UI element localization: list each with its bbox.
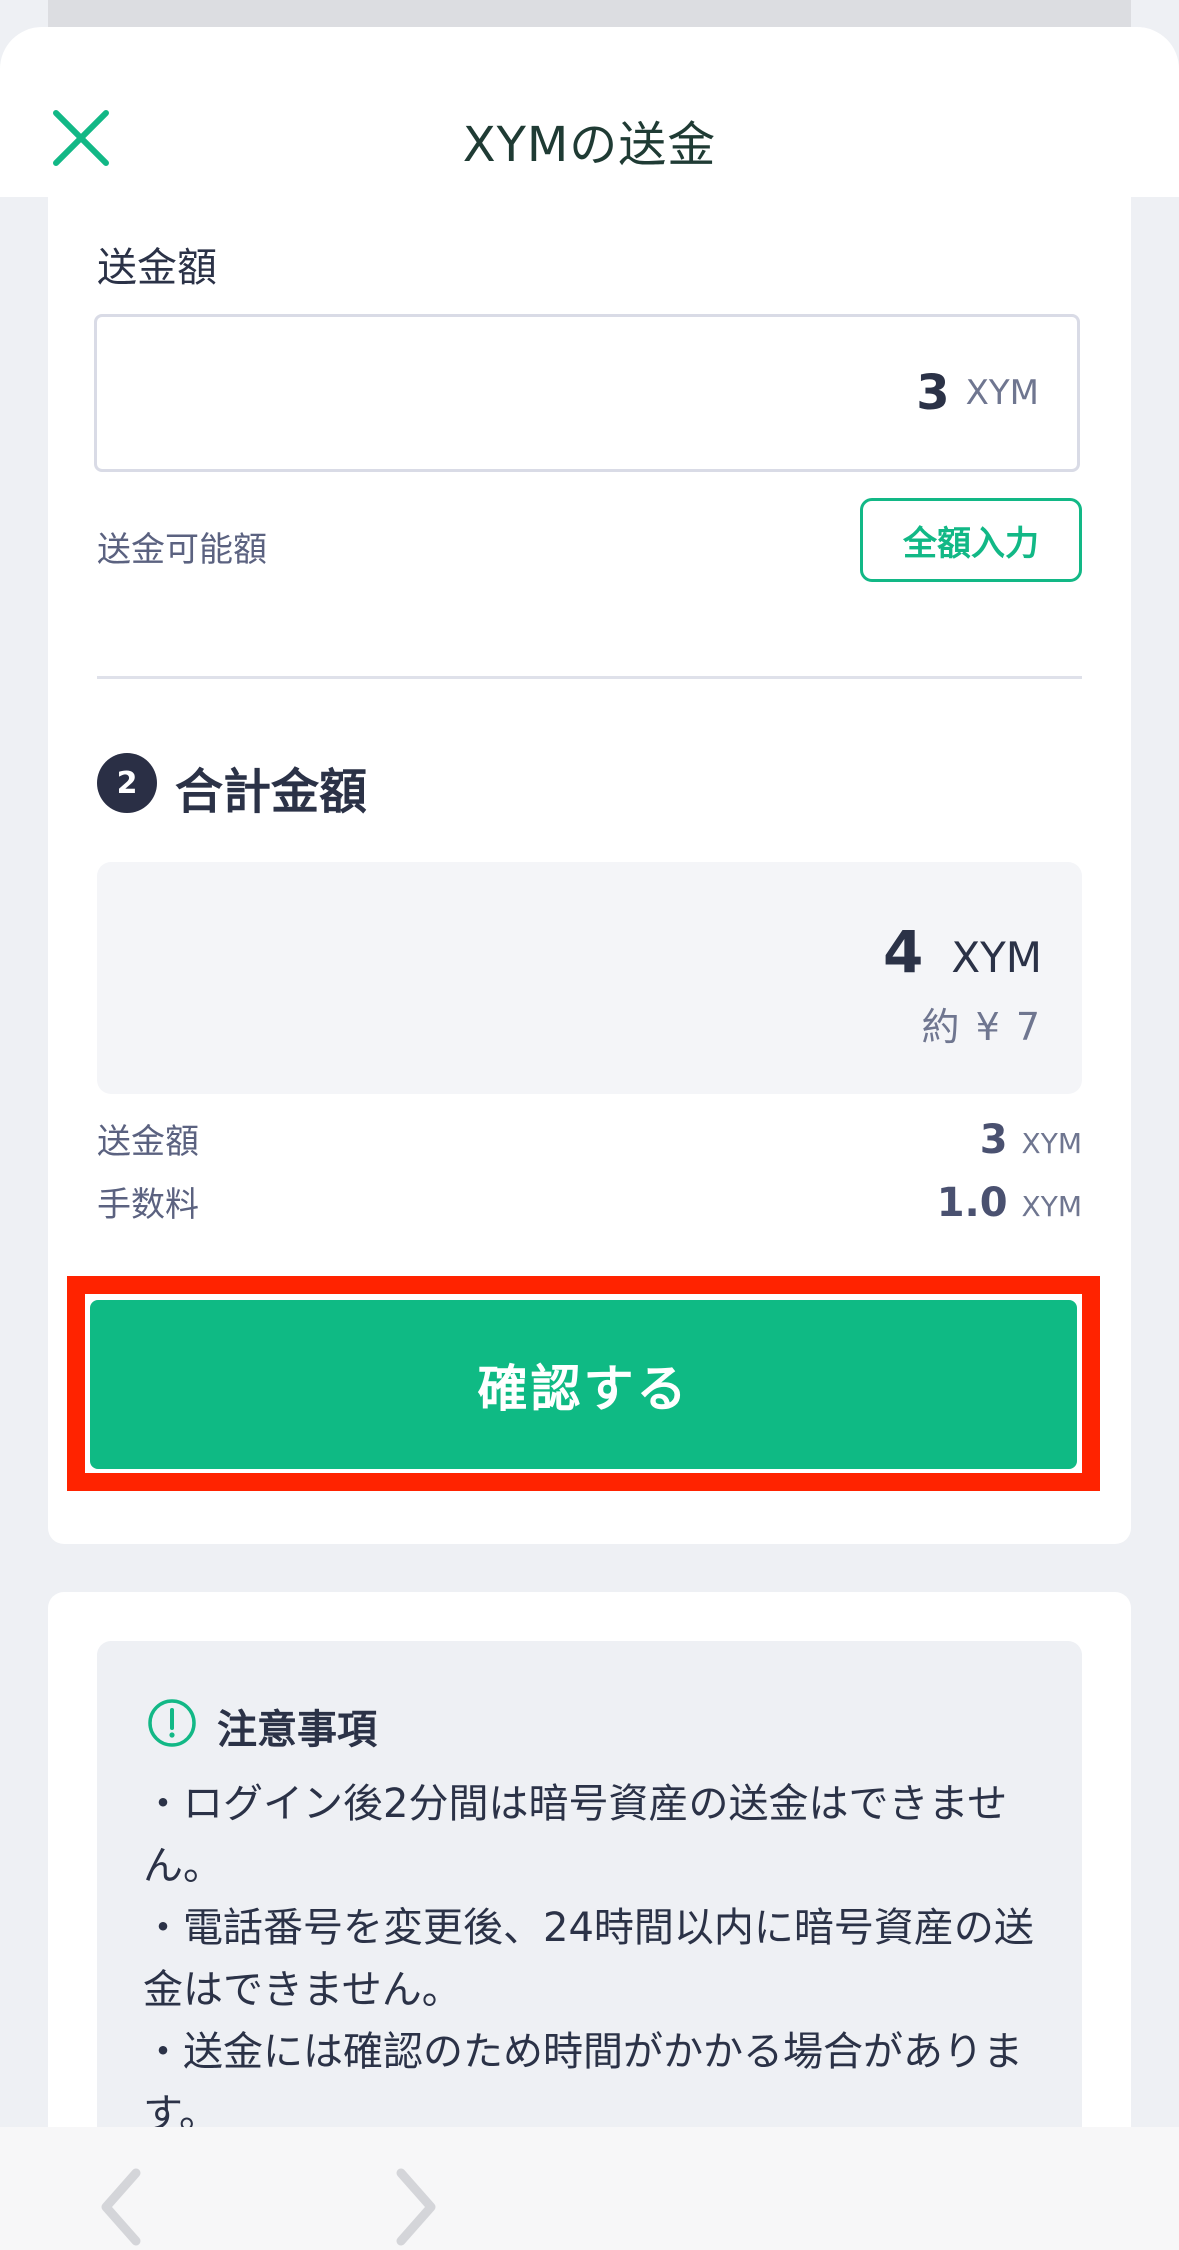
- total-jpy: 約 ¥ 7: [921, 1005, 1042, 1049]
- fill-all-button[interactable]: 全額入力: [860, 498, 1082, 582]
- total-unit: XYM: [951, 933, 1042, 982]
- amount-label: 送金額: [97, 245, 217, 291]
- total-section-title: 合計金額: [175, 764, 368, 820]
- confirm-button[interactable]: 確認する: [90, 1300, 1077, 1469]
- total-value: 4: [882, 918, 924, 986]
- breakdown-number: 3: [979, 1117, 1008, 1163]
- breakdown-row-fee: 手数料 1.0 XYM: [97, 1177, 1082, 1226]
- page-title: XYMの送金: [462, 117, 717, 173]
- breakdown-label: 送金額: [97, 1122, 199, 1162]
- notes-line: ・ログイン後2分間は暗号資産の送金はできません。: [143, 1781, 1008, 1889]
- notes-text: ・ログイン後2分間は暗号資産の送金はできません。 ・電話番号を変更後、24時間以…: [143, 1773, 1043, 2145]
- available-amount-label: 送金可能額: [97, 530, 267, 570]
- breakdown-unit: XYM: [1021, 1127, 1082, 1160]
- notes-title: 注意事項: [217, 1707, 377, 1753]
- total-amount-box: 4 XYM 約 ¥ 7: [97, 862, 1082, 1094]
- amount-input[interactable]: 3 XYM: [94, 314, 1080, 472]
- breakdown-label: 手数料: [97, 1185, 199, 1225]
- breakdown-row-send: 送金額 3 XYM: [97, 1114, 1082, 1163]
- notes-line: ・電話番号を変更後、24時間以内に暗号資産の送金はできません。: [143, 1905, 1034, 2013]
- breakdown-unit: XYM: [1021, 1190, 1082, 1223]
- breakdown-value: 1.0 XYM: [937, 1180, 1082, 1226]
- total-amount: 4 XYM: [883, 918, 1042, 986]
- exclamation-circle-icon: [148, 1699, 196, 1747]
- back-button[interactable]: [92, 2167, 152, 2247]
- chevron-left-icon: [101, 2168, 141, 2246]
- browser-bottom-bar: [0, 2127, 1179, 2250]
- forward-button[interactable]: [385, 2167, 445, 2247]
- amount-input-value: 3: [916, 365, 950, 421]
- breakdown-number: 1.0: [936, 1180, 1008, 1226]
- screen: XYMの送金 送金額 3 XYM 送金可能額 全額入力 2 合計金額 4 XYM…: [0, 0, 1179, 2250]
- chevron-right-icon: [396, 2168, 436, 2246]
- breakdown-value: 3 XYM: [980, 1117, 1082, 1163]
- step-badge: 2: [97, 753, 157, 813]
- divider: [97, 676, 1082, 679]
- modal-header: XYMの送金: [0, 27, 1179, 197]
- amount-input-unit: XYM: [965, 373, 1039, 413]
